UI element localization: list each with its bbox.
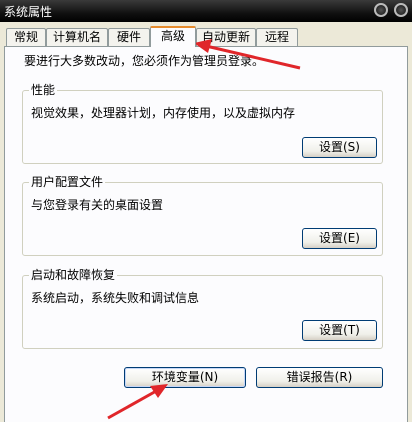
close-icon[interactable]	[394, 3, 408, 17]
tab-general[interactable]: 常规	[6, 28, 46, 46]
user-profiles-desc: 与您登录有关的桌面设置	[31, 198, 164, 212]
startup-recovery-desc: 系统启动，系统失败和调试信息	[31, 291, 200, 305]
window-controls	[374, 3, 408, 17]
admin-note: 要进行大多数改动，您必须作为管理员登录。	[24, 54, 265, 68]
performance-title: 性能	[29, 83, 58, 97]
error-report-button[interactable]: 错误报告(R)	[256, 367, 383, 388]
tab-advanced[interactable]: 高级	[150, 26, 196, 47]
environment-variables-button[interactable]: 环境变量(N)	[124, 367, 246, 388]
window-title: 系统属性	[4, 5, 53, 19]
help-icon[interactable]	[374, 3, 388, 17]
user-profiles-title: 用户配置文件	[29, 175, 106, 189]
user-profiles-settings-button[interactable]: 设置(E)	[302, 228, 377, 249]
startup-recovery-title: 启动和故障恢复	[29, 268, 118, 282]
tab-remote[interactable]: 远程	[256, 28, 298, 46]
performance-settings-button[interactable]: 设置(S)	[302, 137, 377, 158]
startup-recovery-group: 启动和故障恢复 系统启动，系统失败和调试信息 设置(T)	[22, 268, 383, 349]
title-bar: 系统属性	[0, 0, 412, 22]
performance-group: 性能 视觉效果，处理器计划，内存使用，以及虚拟内存 设置(S)	[22, 83, 383, 164]
tab-auto-update[interactable]: 自动更新	[196, 28, 256, 46]
startup-recovery-settings-button[interactable]: 设置(T)	[302, 320, 377, 341]
performance-desc: 视觉效果，处理器计划，内存使用，以及虚拟内存	[31, 106, 296, 120]
tab-hardware[interactable]: 硬件	[108, 28, 150, 46]
user-profiles-group: 用户配置文件 与您登录有关的桌面设置 设置(E)	[22, 175, 383, 256]
tab-computer-name[interactable]: 计算机名	[46, 28, 108, 46]
